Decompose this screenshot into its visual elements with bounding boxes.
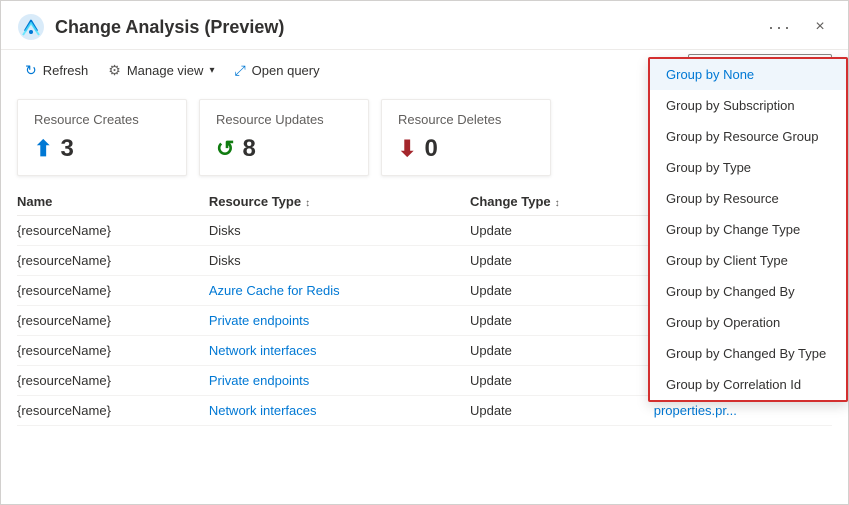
refresh-icon: ↻ [25,62,37,79]
window-title: Change Analysis (Preview) [55,17,768,38]
title-bar: Change Analysis (Preview) ··· × [1,1,848,50]
dropdown-item-type[interactable]: Group by Type [650,152,846,183]
dropdown-item-correlation_id[interactable]: Group by Correlation Id [650,369,846,400]
updates-icon: ↺ [216,136,234,162]
updates-count: 8 [242,135,255,163]
cell-resource-type[interactable]: Network interfaces [209,336,470,366]
cell-change-type: Update [470,336,654,366]
deletes-icon: ⬇ [398,136,416,162]
manage-view-button[interactable]: ⚙ Manage view ▾ [100,58,222,83]
card-deletes-value: ⬇ 0 [398,135,534,163]
open-query-button[interactable]: ⤢ Open query [226,58,327,83]
card-creates-value: ⬆ 3 [34,135,170,163]
cell-change-type: Update [470,246,654,276]
cell-change-type: Update [470,306,654,336]
app-logo [17,13,45,41]
cell-change-type: Update [470,276,654,306]
refresh-label: Refresh [43,63,89,78]
cell-resource-type[interactable]: Azure Cache for Redis [209,276,470,306]
card-creates: Resource Creates ⬆ 3 [17,99,187,176]
card-updates-title: Resource Updates [216,112,352,127]
card-creates-title: Resource Creates [34,112,170,127]
card-updates-value: ↺ 8 [216,135,352,163]
dropdown-item-operation[interactable]: Group by Operation [650,307,846,338]
deletes-count: 0 [424,135,437,163]
dropdown-item-resource_group[interactable]: Group by Resource Group [650,121,846,152]
creates-icon: ⬆ [34,136,52,162]
cell-change-type: Update [470,366,654,396]
main-window: Change Analysis (Preview) ··· × ↻ Refres… [0,0,849,505]
dropdown-item-change_type[interactable]: Group by Change Type [650,214,846,245]
card-deletes: Resource Deletes ⬇ 0 [381,99,551,176]
open-query-icon: ⤢ [234,62,245,79]
manage-view-label: Manage view [127,63,204,78]
cell-name: {resourceName} [17,336,209,366]
card-deletes-title: Resource Deletes [398,112,534,127]
cell-resource-type[interactable]: Private endpoints [209,366,470,396]
close-button[interactable]: × [808,15,832,39]
group-by-dropdown: Group by NoneGroup by SubscriptionGroup … [648,57,848,402]
creates-count: 3 [60,135,73,163]
cell-resource-type[interactable]: Network interfaces [209,396,470,426]
refresh-button[interactable]: ↻ Refresh [17,58,96,83]
col-resource-type[interactable]: Resource Type↕ [209,188,470,216]
cell-name: {resourceName} [17,396,209,426]
open-query-label: Open query [252,63,320,78]
cell-name: {resourceName} [17,246,209,276]
manage-view-chevron: ▾ [209,65,214,76]
dropdown-item-changed_by_type[interactable]: Group by Changed By Type [650,338,846,369]
col-change-type[interactable]: Change Type↕ [470,188,654,216]
manage-view-icon: ⚙ [108,62,121,79]
dropdown-item-changed_by[interactable]: Group by Changed By [650,276,846,307]
cell-name: {resourceName} [17,306,209,336]
more-options-button[interactable]: ··· [768,17,792,38]
cell-resource-type[interactable]: Private endpoints [209,306,470,336]
cell-resource-type: Disks [209,246,470,276]
cell-name: {resourceName} [17,276,209,306]
dropdown-item-client_type[interactable]: Group by Client Type [650,245,846,276]
col-name: Name [17,188,209,216]
card-updates: Resource Updates ↺ 8 [199,99,369,176]
cell-change-type: Update [470,396,654,426]
cell-resource-type: Disks [209,216,470,246]
change-type-sort-icon: ↕ [555,198,560,209]
resource-type-sort-icon: ↕ [305,198,310,209]
dropdown-item-none[interactable]: Group by None [650,59,846,90]
cell-change-type: Update [470,216,654,246]
cell-name: {resourceName} [17,366,209,396]
dropdown-item-resource[interactable]: Group by Resource [650,183,846,214]
dropdown-item-subscription[interactable]: Group by Subscription [650,90,846,121]
cell-name: {resourceName} [17,216,209,246]
